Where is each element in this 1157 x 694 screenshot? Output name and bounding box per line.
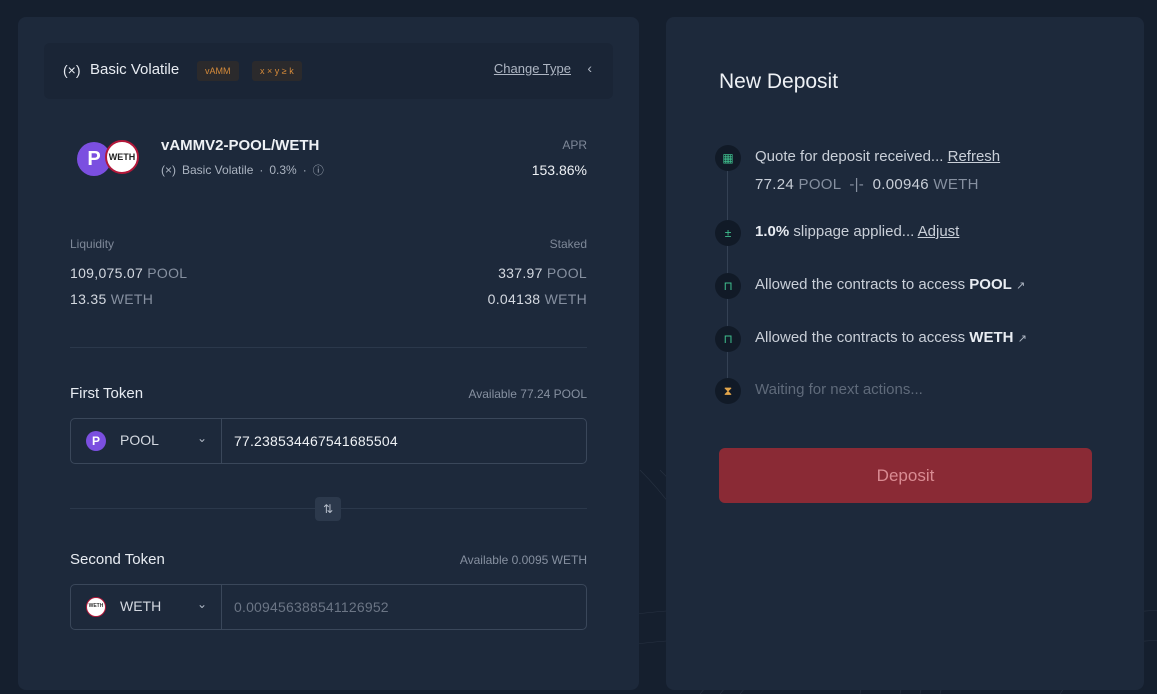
second-token-row: WETH WETH ⌄	[70, 584, 587, 630]
liquidity-unit-b: WETH	[110, 291, 154, 307]
staked-label: Staked	[549, 237, 587, 251]
staked-value-b: 0.04138	[487, 291, 541, 307]
quote-amount-a: 77.24	[755, 176, 795, 193]
external-link-icon[interactable]: ↗	[1018, 333, 1027, 345]
staked-unit-b: WETH	[544, 291, 587, 307]
first-token-row: P POOL ⌄	[70, 418, 587, 464]
pool-info-panel: (×) Basic Volatile vAMM x × y ≥ k Change…	[18, 17, 639, 690]
refresh-link[interactable]: Refresh	[948, 148, 1001, 165]
first-token-symbol: POOL	[120, 432, 159, 448]
pair-fee: 0.3%	[269, 163, 297, 177]
dot-separator: ·	[259, 163, 264, 177]
step-quote: Quote for deposit received... Refresh	[755, 148, 1000, 165]
change-type-link[interactable]: Change Type	[494, 61, 571, 76]
first-token-available: Available 77.24 POOL	[468, 387, 587, 401]
quote-amounts: 77.24 POOL -|- 0.00946 WETH	[755, 176, 979, 193]
volatile-icon: (×)	[161, 163, 176, 177]
divider	[70, 347, 587, 348]
slippage-value: 1.0%	[755, 223, 790, 240]
quote-unit-a: POOL	[798, 176, 841, 193]
pair-type: Basic Volatile	[182, 163, 254, 177]
info-icon[interactable]: ⓘ	[313, 162, 324, 178]
volatile-icon: (×)	[63, 62, 81, 78]
first-token-amount-input[interactable]	[222, 419, 586, 463]
quote-amount-b: 0.00946	[872, 176, 929, 193]
second-token-label: Second Token	[70, 551, 165, 568]
second-token-symbol: WETH	[120, 598, 162, 614]
step-allow-a: Allowed the contracts to access POOL ↗	[755, 276, 1025, 293]
step-waiting: Waiting for next actions...	[755, 381, 923, 398]
weth-token-icon: WETH	[86, 597, 106, 617]
deposit-button[interactable]: Deposit	[719, 448, 1092, 503]
step-slippage: 1.0% slippage applied... Adjust	[755, 223, 959, 240]
liquidity-value-a: 109,075.07	[70, 265, 144, 281]
liquidity-amount-b: 13.35 WETH	[70, 291, 153, 307]
step-allow-b: Allowed the contracts to access WETH ↗	[755, 329, 1027, 346]
pool-token-icon: P	[86, 431, 106, 451]
staked-value-a: 337.97	[498, 265, 543, 281]
external-link-icon[interactable]: ↗	[1016, 280, 1025, 292]
lock-open-icon: ⊓	[715, 326, 741, 352]
plus-minus-icon: ±	[715, 220, 741, 246]
chevron-left-icon[interactable]: ‹	[587, 60, 592, 76]
formula-badge: x × y ≥ k	[252, 61, 302, 81]
swap-tokens-button[interactable]: ⇅	[315, 497, 341, 521]
plus-arrows-icon: -|-	[849, 176, 865, 193]
weth-token-icon: WETH	[105, 140, 139, 174]
liquidity-unit-a: POOL	[147, 265, 188, 281]
staked-amount-a: 337.97 POOL	[498, 265, 587, 281]
chevron-down-icon: ⌄	[196, 431, 207, 445]
allow-text-b: Allowed the contracts to access	[755, 329, 966, 346]
second-token-amount-input[interactable]	[222, 585, 586, 629]
pool-type-bar: (×) Basic Volatile vAMM x × y ≥ k Change…	[44, 43, 613, 99]
calculator-icon: ▦	[715, 145, 741, 171]
dot-separator: ·	[302, 163, 307, 177]
slippage-text: slippage applied...	[793, 223, 915, 240]
staked-unit-a: POOL	[546, 265, 587, 281]
step-quote-text: Quote for deposit received...	[755, 148, 944, 165]
chevron-down-icon: ⌄	[196, 597, 207, 611]
lock-open-icon: ⊓	[715, 273, 741, 299]
pair-meta: (×) Basic Volatile · 0.3% · ⓘ	[161, 162, 324, 178]
liquidity-amount-a: 109,075.07 POOL	[70, 265, 187, 281]
pool-token-logos: P WETH	[77, 140, 141, 178]
apr-label: APR	[562, 138, 587, 152]
hourglass-icon: ⧗	[715, 378, 741, 404]
allow-text-a: Allowed the contracts to access	[755, 276, 966, 293]
pair-name: vAMMV2-POOL/WETH	[161, 137, 320, 154]
deposit-panel: New Deposit ▦ Quote for deposit received…	[666, 17, 1144, 690]
liquidity-label: Liquidity	[70, 237, 115, 251]
staked-amount-b: 0.04138 WETH	[488, 291, 587, 307]
allow-token-b: WETH	[969, 329, 1014, 346]
vamm-badge: vAMM	[197, 61, 239, 81]
liquidity-value-b: 13.35	[70, 291, 107, 307]
second-token-select[interactable]: WETH WETH ⌄	[71, 585, 222, 629]
first-token-select[interactable]: P POOL ⌄	[71, 419, 222, 463]
adjust-link[interactable]: Adjust	[918, 223, 960, 240]
quote-unit-b: WETH	[933, 176, 979, 193]
deposit-title: New Deposit	[719, 70, 839, 93]
apr-value: 153.86%	[531, 162, 587, 178]
first-token-label: First Token	[70, 385, 144, 402]
second-token-available: Available 0.0095 WETH	[459, 553, 587, 567]
pool-type-title: Basic Volatile	[90, 61, 180, 78]
allow-token-a: POOL	[969, 276, 1012, 293]
